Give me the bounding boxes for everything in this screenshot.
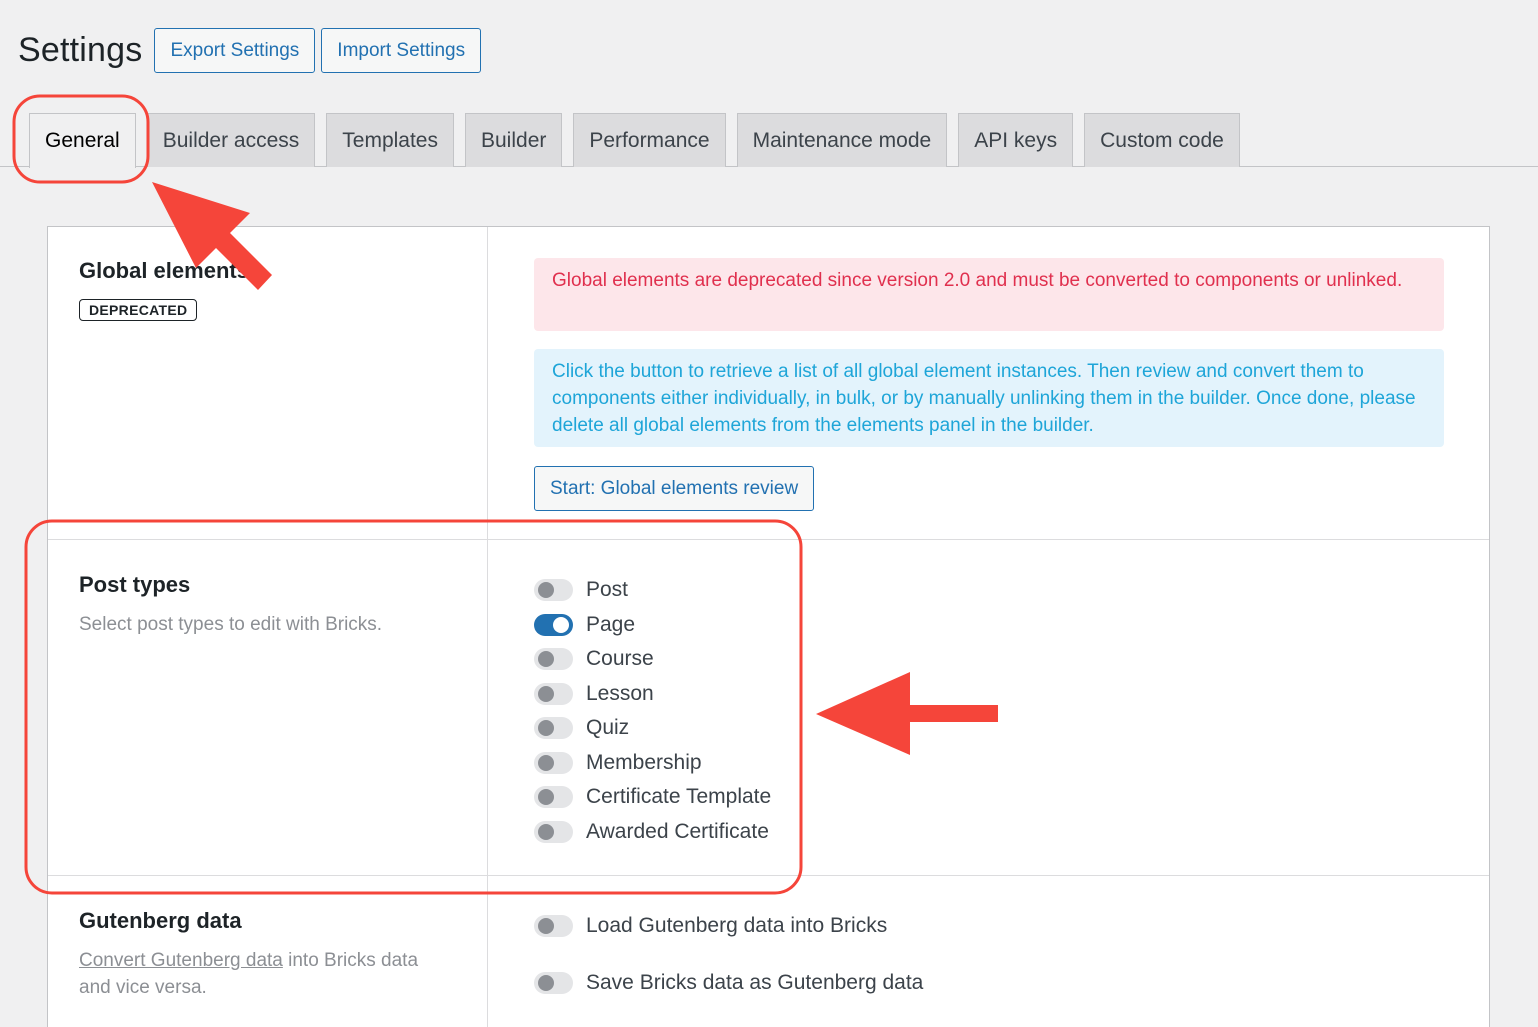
gutenberg-data-description: Convert Gutenberg data into Bricks data … (79, 947, 418, 1001)
post-types-title: Post types (79, 572, 191, 597)
post-type-label: Page (586, 613, 636, 636)
gutenberg-option-label: Load Gutenberg data into Bricks (586, 914, 888, 937)
post-type-label: Post (586, 578, 629, 601)
convert-gutenberg-data-link[interactable]: Convert Gutenberg data (79, 950, 283, 971)
settings-tabs: General Builder access Templates Builder… (29, 113, 1251, 168)
post-type-toggle-awarded-certificate[interactable] (534, 821, 573, 843)
post-type-label: Awarded Certificate (586, 820, 769, 843)
post-type-toggle-post[interactable] (534, 579, 573, 601)
post-type-row-course: Course (534, 647, 654, 671)
export-settings-button[interactable]: Export Settings (154, 28, 316, 73)
tab-builder[interactable]: Builder (465, 113, 563, 167)
deprecated-notice: Global elements are deprecated since ver… (534, 258, 1444, 331)
post-types-description: Select post types to edit with Bricks. (79, 614, 383, 635)
load-gutenberg-data-toggle[interactable] (534, 915, 573, 937)
post-type-row-membership: Membership (534, 751, 702, 775)
tab-templates[interactable]: Templates (326, 113, 454, 167)
post-type-label: Lesson (586, 682, 654, 705)
column-divider (487, 227, 488, 1027)
post-type-toggle-page[interactable] (534, 614, 573, 636)
settings-panel: Global elements DEPRECATED Global elemen… (47, 226, 1490, 1027)
gutenberg-option-save: Save Bricks data as Gutenberg data (534, 971, 923, 995)
gutenberg-desc-line2: and vice versa. (79, 977, 207, 998)
tab-maintenance-mode[interactable]: Maintenance mode (736, 113, 948, 167)
post-type-row-page: Page (534, 613, 635, 637)
tab-performance[interactable]: Performance (573, 113, 726, 167)
post-type-row-lesson: Lesson (534, 682, 654, 706)
import-settings-button[interactable]: Import Settings (321, 28, 482, 73)
row-divider (48, 875, 1489, 876)
post-type-row-awarded-certificate: Awarded Certificate (534, 820, 769, 844)
gutenberg-option-load: Load Gutenberg data into Bricks (534, 914, 887, 938)
gutenberg-option-label: Save Bricks data as Gutenberg data (586, 971, 924, 994)
tab-general[interactable]: General (29, 113, 136, 168)
tab-api-keys[interactable]: API keys (958, 113, 1074, 167)
start-global-elements-review-button[interactable]: Start: Global elements review (534, 466, 815, 511)
post-type-toggle-quiz[interactable] (534, 717, 573, 739)
page-header: Settings Export Settings Import Settings (18, 28, 487, 73)
deprecated-badge: DEPRECATED (79, 299, 198, 321)
post-type-toggle-lesson[interactable] (534, 683, 573, 705)
post-type-label: Membership (586, 751, 702, 774)
post-type-row-quiz: Quiz (534, 716, 629, 740)
post-type-toggle-membership[interactable] (534, 752, 573, 774)
post-type-label: Certificate Template (586, 785, 772, 808)
post-type-toggle-certificate-template[interactable] (534, 786, 573, 808)
post-type-row-post: Post (534, 578, 628, 602)
global-elements-title: Global elements (79, 258, 249, 283)
gutenberg-data-title: Gutenberg data (79, 908, 242, 933)
tab-builder-access[interactable]: Builder access (146, 113, 316, 167)
post-type-toggle-course[interactable] (534, 648, 573, 670)
save-as-gutenberg-data-toggle[interactable] (534, 972, 573, 994)
post-type-label: Quiz (586, 716, 630, 739)
info-notice: Click the button to retrieve a list of a… (534, 349, 1444, 447)
page-title: Settings (18, 31, 143, 69)
post-type-row-certificate-template: Certificate Template (534, 785, 771, 809)
gutenberg-desc-text: into Bricks data (282, 950, 419, 971)
row-divider (48, 539, 1489, 540)
tab-custom-code[interactable]: Custom code (1084, 113, 1240, 167)
post-type-label: Course (586, 647, 654, 670)
